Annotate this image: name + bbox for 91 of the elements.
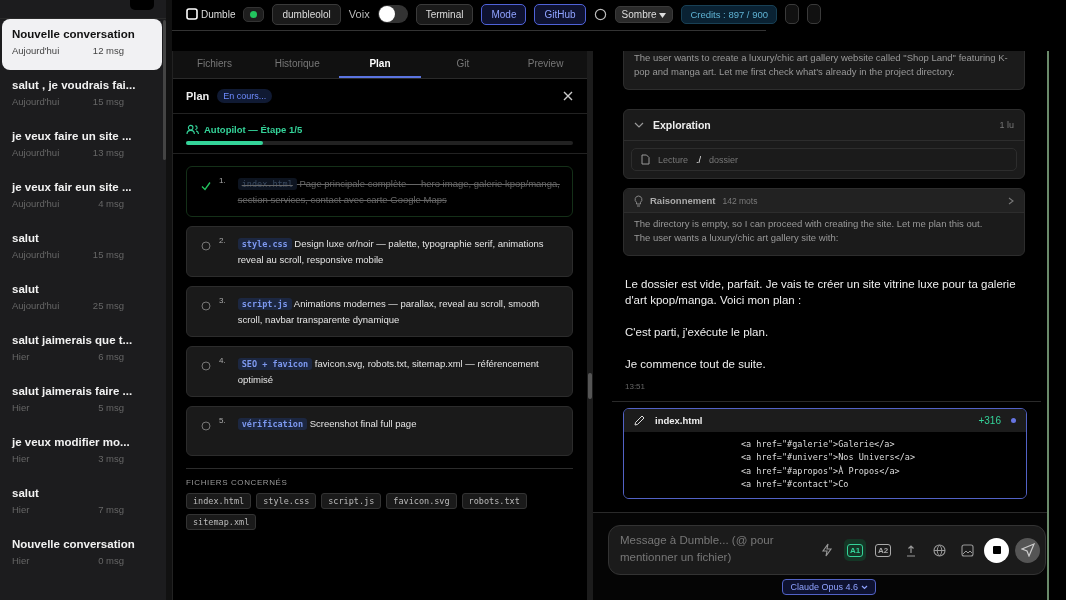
assistant-message: C'est parti, j'exécute le plan.	[625, 325, 770, 340]
send-icon	[1020, 543, 1035, 557]
step-description: style.css Design luxe or/noir — palette, typographie serif, animations reveal au scroll, responsive mobile	[237, 237, 545, 267]
message-time: 13:51	[625, 382, 647, 391]
files-heading: FICHIERS CONCERNÉS	[186, 478, 289, 487]
conversation-item[interactable]: je veux faire un site ... Aujourd'hui 13 msg	[2, 121, 162, 172]
panel-tab[interactable]: Preview	[504, 51, 587, 78]
project-button[interactable]: dumbleolol	[272, 3, 341, 25]
card-title: Exploration	[653, 119, 711, 131]
conversation-item[interactable]: salut Aujourd'hui 25 msg	[2, 274, 162, 325]
card-title: Raisonnement	[650, 195, 716, 206]
chevron-icon[interactable]	[1008, 196, 1014, 205]
voice-label: Voix	[348, 8, 370, 20]
step-number: 3.	[219, 296, 226, 305]
panel-title: Plan	[186, 90, 210, 102]
app-logo: Dumble	[186, 8, 236, 20]
toolbar-button[interactable]: Mode	[481, 3, 527, 25]
file-read-row: Lecture ./ dossier	[631, 148, 1017, 171]
conversation-item[interactable]: Nouvelle conversation Aujourd'hui 12 msg	[2, 19, 162, 70]
conversation-item[interactable]: salut Hier 7 msg	[2, 478, 162, 529]
step-number: 2.	[219, 236, 226, 245]
toolbar-button[interactable]: Terminal	[415, 3, 474, 25]
step-description: SEO + favicon favicon.svg, robots.txt, sitemap.xml — référencement optimisé	[237, 357, 540, 387]
file-name: index.html	[655, 415, 703, 426]
file-chip[interactable]: sitemap.xml	[186, 514, 257, 530]
caret-icon	[860, 585, 868, 590]
check-icon	[201, 181, 211, 191]
panel-tab[interactable]: Fichiers	[173, 51, 256, 78]
file-chip[interactable]: robots.txt	[461, 493, 527, 509]
code-line: <a href="#contact">Co	[741, 478, 850, 492]
theme-select[interactable]: Sombre	[614, 5, 674, 23]
step-number: 1.	[219, 176, 226, 185]
conversation-item[interactable]: je veux modifier mo... Hier 3 msg	[2, 427, 162, 478]
assistant-message: Le dossier est vide, parfait. Je vais te créer un site vitrine luxe pour ta galerie d'art kpop/manga. Voici mon plan :	[625, 277, 1017, 308]
scrollbar[interactable]	[163, 20, 166, 160]
step-description: index.html Page principale complète — hero image, galerie kpop/manga, section services, contact avec carte Google Maps	[237, 177, 561, 207]
conversation-item[interactable]: salut jaimerais faire ... Hier 5 msg	[2, 376, 162, 427]
globe-icon	[932, 543, 946, 557]
word-count: 142 mots	[722, 195, 758, 206]
code-line: <a href="#univers">Nos Univers</a>	[741, 451, 916, 465]
status-badge: En cours...	[217, 89, 273, 103]
conversation-item[interactable]: salut jaimerais que t... Hier 6 msg	[2, 325, 162, 376]
model-select[interactable]: Claude Opus 4.6	[782, 579, 876, 595]
file-chip[interactable]: favicon.svg	[386, 493, 457, 509]
panel-tab[interactable]: Historique	[255, 51, 339, 78]
file-chip[interactable]: script.js	[321, 493, 382, 509]
step-description: vérification Screenshot final full page	[237, 416, 417, 432]
code-line: <a href="#apropos">À Propos</a>	[741, 464, 901, 478]
panel-tab[interactable]: Plan	[338, 51, 422, 78]
added-lines: +316	[978, 415, 1001, 426]
pending-circle-icon	[201, 301, 211, 311]
file-icon	[641, 154, 650, 165]
conversation-item[interactable]: salut Aujourd'hui 15 msg	[2, 223, 162, 274]
conversation-item[interactable]: je veux fair eun site ... Aujourd'hui 4 msg	[2, 172, 162, 223]
step-number: 5.	[219, 416, 226, 425]
autopilot-label: Autopilot — Étape 1/5	[204, 124, 303, 135]
assistant-message: Je commence tout de suite.	[625, 357, 767, 372]
chevron-icon[interactable]	[634, 121, 644, 129]
pencil-icon	[634, 415, 645, 426]
message-composer[interactable]: Message à Dumble... (@ pour mentionner un fichier) A1 A2	[608, 525, 1046, 575]
send-button[interactable]	[1015, 537, 1040, 563]
read-count: 1 lu	[999, 120, 1014, 130]
file-chip[interactable]: style.css	[256, 493, 317, 509]
agent-toggle[interactable]: A1	[844, 539, 866, 561]
close-icon[interactable]	[563, 91, 573, 101]
code-line: <a href="#galerie">Galerie</a>	[741, 438, 896, 451]
credits-badge: Credits : 897 / 900	[681, 4, 777, 24]
lightbulb-icon	[634, 194, 643, 207]
live-dot	[1011, 418, 1016, 423]
pending-circle-icon	[201, 241, 211, 251]
pending-circle-icon	[201, 421, 211, 431]
conversation-item[interactable]: salut , je voudrais fai... Aujourd'hui 15 msg	[2, 70, 162, 121]
reasoning-text: The directory is empty, so I can proceed with creating the site. Let me plan this out.	[634, 217, 984, 231]
conversation-item[interactable]: Nouvelle conversation Hier 0 msg	[2, 529, 162, 580]
users-icon	[186, 124, 199, 135]
file-chip[interactable]: index.html	[186, 493, 252, 509]
caret-icon	[659, 12, 667, 18]
message-input[interactable]: Message à Dumble... (@ pour mentionner un fichier)	[620, 531, 816, 569]
stop-button[interactable]	[984, 537, 1009, 563]
pending-circle-icon	[201, 361, 211, 371]
thinking-text: The user wants to create a luxury/chic art gallery website called "Shop Land" featuring K-pop and manga art. Let me first check what's already in the project directory.	[634, 51, 1009, 79]
toolbar-button[interactable]: GitHub	[534, 3, 586, 25]
upload-icon	[906, 543, 916, 557]
lightning-icon	[821, 543, 833, 557]
reasoning-text: The user wants a luxury/chic art gallery site with:	[634, 231, 840, 245]
panel-tab[interactable]: Git	[421, 51, 505, 78]
scrollbar[interactable]	[588, 373, 592, 399]
step-description: script.js Animations modernes — parallax, reveal au scroll, smooth scroll, navbar transparente dynamique	[237, 297, 541, 327]
image-icon	[960, 543, 974, 557]
step-number: 4.	[219, 356, 226, 365]
voice-toggle[interactable]	[377, 5, 408, 23]
